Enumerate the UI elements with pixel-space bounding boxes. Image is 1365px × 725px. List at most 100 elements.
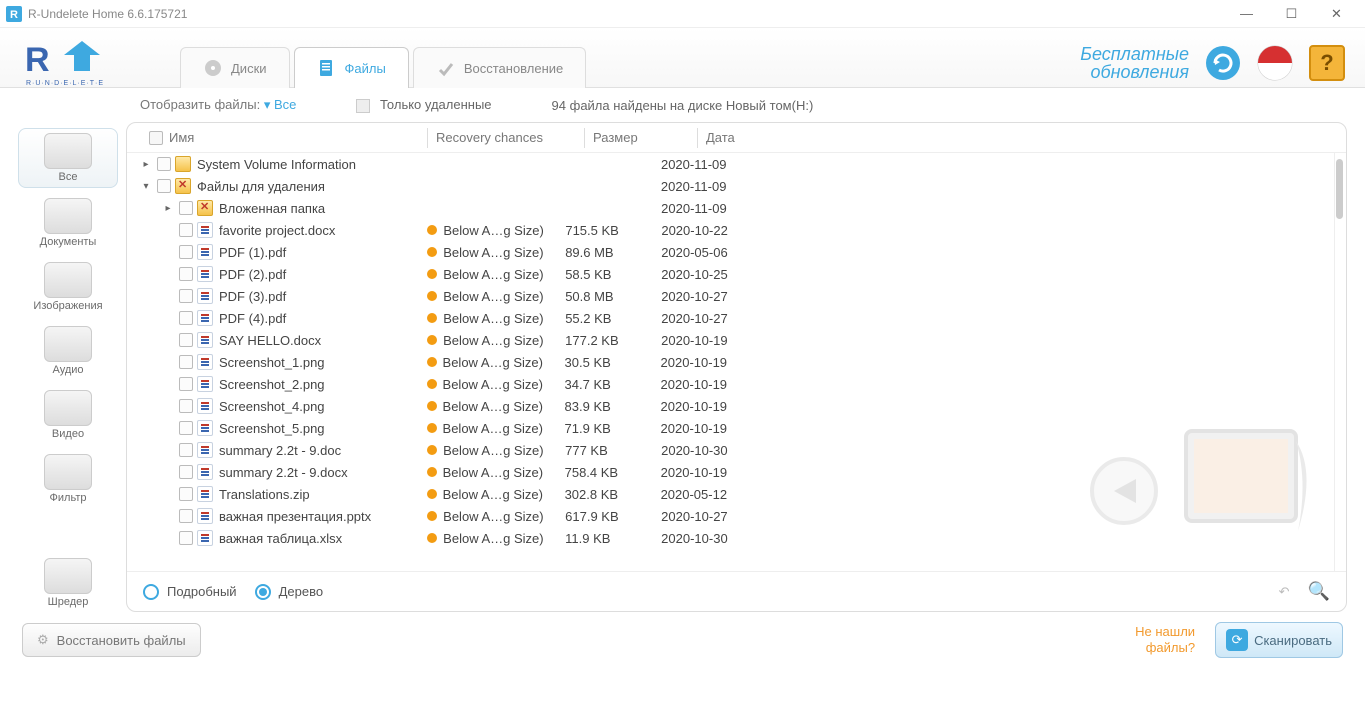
row-checkbox[interactable] — [157, 179, 171, 193]
row-checkbox[interactable] — [179, 311, 193, 325]
file-row[interactable]: важная таблица.xlsxBelow A…g Size)11.9 K… — [127, 527, 1346, 549]
scan-button[interactable]: ⟳ Сканировать — [1215, 622, 1343, 658]
file-row[interactable]: summary 2.2t - 9.docBelow A…g Size)777 K… — [127, 439, 1346, 461]
help-button[interactable]: ? — [1309, 45, 1345, 81]
col-name-label[interactable]: Имя — [169, 130, 194, 145]
tab-files[interactable]: Файлы — [294, 47, 409, 88]
recovery-cell: Below A…g Size) — [427, 421, 565, 436]
file-row[interactable]: PDF (4).pdfBelow A…g Size)55.2 KB2020-10… — [127, 307, 1346, 329]
recover-button[interactable]: ⚙ Восстановить файлы — [22, 623, 201, 657]
row-checkbox[interactable] — [179, 245, 193, 259]
row-checkbox[interactable] — [179, 377, 193, 391]
close-button[interactable]: ✕ — [1314, 0, 1359, 28]
search-icon[interactable]: 🔍 — [1308, 581, 1330, 602]
recovery-dot — [427, 533, 437, 543]
file-name: favorite project.docx — [219, 223, 335, 238]
row-checkbox[interactable] — [179, 421, 193, 435]
file-row[interactable]: Screenshot_2.pngBelow A…g Size)34.7 KB20… — [127, 373, 1346, 395]
file-row[interactable]: Translations.zipBelow A…g Size)302.8 KB2… — [127, 483, 1346, 505]
recovery-dot — [427, 335, 437, 345]
recovery-dot — [427, 467, 437, 477]
rail-audio[interactable]: Аудио — [18, 322, 118, 380]
file-row[interactable]: важная презентация.pptxBelow A…g Size)61… — [127, 505, 1346, 527]
only-deleted-checkbox[interactable] — [356, 99, 370, 113]
file-row[interactable]: Screenshot_5.pngBelow A…g Size)71.9 KB20… — [127, 417, 1346, 439]
only-deleted-control[interactable]: Только удаленные — [356, 97, 491, 113]
tab-recovery[interactable]: Восстановление — [413, 47, 586, 88]
tab-disks[interactable]: Диски — [180, 47, 290, 88]
row-checkbox[interactable] — [179, 465, 193, 479]
rail-docs[interactable]: Документы — [18, 194, 118, 252]
date-cell: 2020-10-27 — [661, 509, 781, 524]
recovery-dot — [427, 313, 437, 323]
rail-all[interactable]: Все — [18, 128, 118, 188]
maximize-button[interactable]: ☐ — [1269, 0, 1314, 28]
row-checkbox[interactable] — [179, 223, 193, 237]
row-checkbox[interactable] — [179, 509, 193, 523]
rail-filter[interactable]: Фильтр — [18, 450, 118, 508]
file-row[interactable]: Screenshot_1.pngBelow A…g Size)30.5 KB20… — [127, 351, 1346, 373]
row-checkbox[interactable] — [179, 443, 193, 457]
left-rail: Все Документы Изображения Аудио Видео Фильтр Ш… — [18, 122, 118, 612]
col-date-label[interactable]: Дата — [706, 130, 826, 145]
recovery-dot — [427, 225, 437, 235]
row-checkbox[interactable] — [179, 399, 193, 413]
rail-shredder[interactable]: Шредер — [18, 554, 118, 612]
file-row[interactable]: favorite project.docxBelow A…g Size)715.… — [127, 219, 1346, 241]
file-row[interactable]: summary 2.2t - 9.docxBelow A…g Size)758.… — [127, 461, 1346, 483]
size-cell: 58.5 KB — [565, 267, 661, 282]
radio-detailed[interactable] — [143, 584, 159, 600]
undo-icon[interactable]: ↶ — [1279, 584, 1290, 600]
minimize-button[interactable]: — — [1224, 0, 1269, 28]
rail-video[interactable]: Видео — [18, 386, 118, 444]
recovery-dot — [427, 357, 437, 367]
radio-tree[interactable] — [255, 584, 271, 600]
files-icon — [317, 58, 337, 78]
row-checkbox[interactable] — [179, 289, 193, 303]
rail-images[interactable]: Изображения — [18, 258, 118, 316]
file-row[interactable]: PDF (1).pdfBelow A…g Size)89.6 MB2020-05… — [127, 241, 1346, 263]
row-checkbox[interactable] — [179, 267, 193, 281]
file-name: Файлы для удаления — [197, 179, 325, 194]
only-deleted-label: Только удаленные — [380, 97, 492, 112]
row-checkbox[interactable] — [179, 487, 193, 501]
view-tree[interactable]: Дерево — [255, 584, 323, 600]
row-checkbox[interactable] — [179, 355, 193, 369]
view-detailed[interactable]: Подробный — [143, 584, 237, 600]
recovery-text: Below A…g Size) — [443, 509, 543, 524]
file-row[interactable]: PDF (3).pdfBelow A…g Size)50.8 MB2020-10… — [127, 285, 1346, 307]
file-row[interactable]: PDF (2).pdfBelow A…g Size)58.5 KB2020-10… — [127, 263, 1346, 285]
col-recovery-label[interactable]: Recovery chances — [436, 130, 576, 145]
row-checkbox[interactable] — [157, 157, 171, 171]
row-checkbox[interactable] — [179, 201, 193, 215]
file-row[interactable]: ▾Файлы для удаления2020-11-09 — [127, 175, 1346, 197]
row-checkbox[interactable] — [179, 531, 193, 545]
recovery-dot — [427, 401, 437, 411]
file-icon — [197, 310, 213, 326]
recovery-text: Below A…g Size) — [443, 377, 543, 392]
rail-label-audio: Аудио — [52, 364, 83, 376]
recovery-text: Below A…g Size) — [443, 333, 543, 348]
file-name: PDF (2).pdf — [219, 267, 286, 282]
filter-bar: Отобразить файлы: ▾ Все Только удаленные… — [0, 88, 1365, 122]
row-checkbox[interactable] — [179, 333, 193, 347]
rail-icon-audio — [44, 326, 92, 362]
scrollbar[interactable] — [1334, 153, 1344, 571]
file-row[interactable]: ▸Вложенная папка2020-11-09 — [127, 197, 1346, 219]
expander[interactable]: ▸ — [161, 203, 175, 214]
file-icon — [197, 486, 213, 502]
updates-link[interactable]: Бесплатные обновления — [1080, 45, 1189, 81]
expander[interactable]: ▾ — [139, 181, 153, 192]
select-all-checkbox[interactable] — [149, 131, 163, 145]
file-row[interactable]: SAY HELLO.docxBelow A…g Size)177.2 KB202… — [127, 329, 1346, 351]
folder-icon — [175, 156, 191, 172]
refresh-icon[interactable] — [1205, 45, 1241, 81]
file-row[interactable]: ▸System Volume Information2020-11-09 — [127, 153, 1346, 175]
language-icon[interactable] — [1257, 45, 1293, 81]
file-row[interactable]: Screenshot_4.pngBelow A…g Size)83.9 KB20… — [127, 395, 1346, 417]
scan-icon: ⟳ — [1226, 629, 1248, 651]
expander[interactable]: ▸ — [139, 159, 153, 170]
show-files-control[interactable]: Отобразить файлы: ▾ Все — [140, 97, 296, 113]
app-logo: RR·U·N·D·E·L·E·T·E — [20, 37, 120, 87]
col-size-label[interactable]: Размер — [593, 130, 689, 145]
